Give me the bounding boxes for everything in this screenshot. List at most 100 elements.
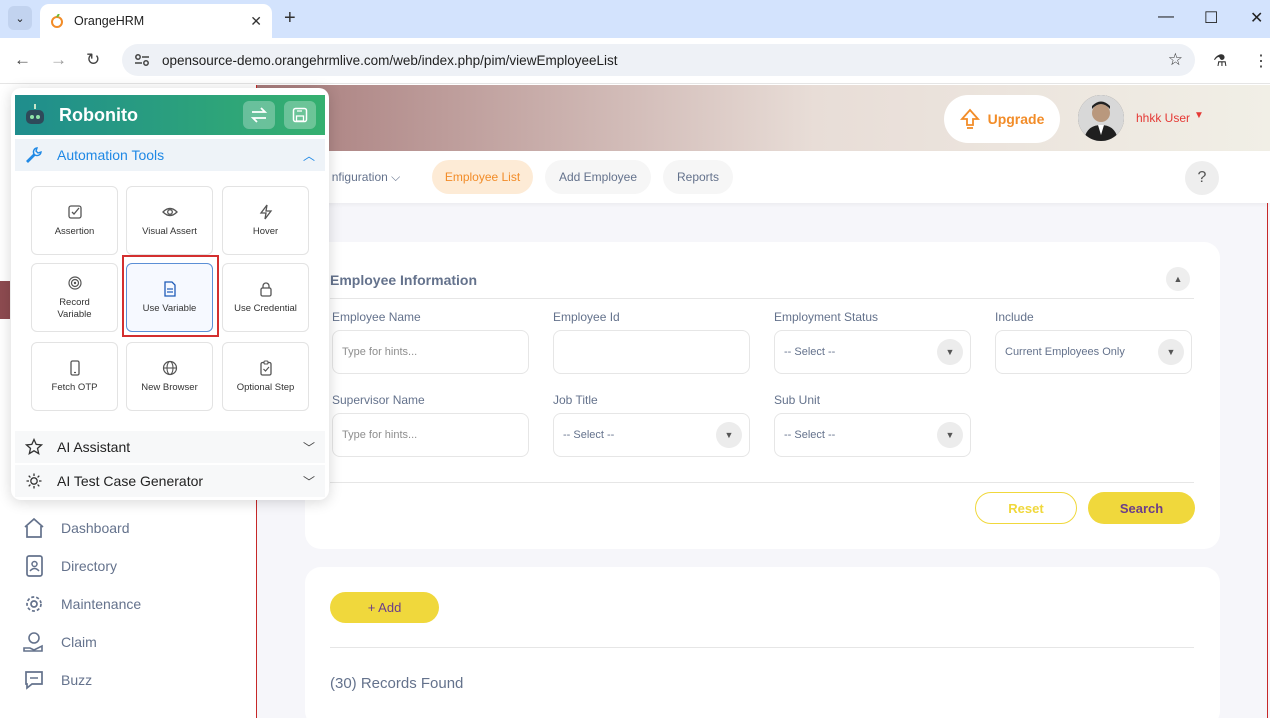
sidebar-item-dashboard[interactable]: Dashboard bbox=[22, 513, 130, 543]
scrollbar-track[interactable] bbox=[1267, 203, 1268, 718]
robonito-panel: Robonito Automation Tools ︿ Assertion Vi… bbox=[11, 88, 329, 500]
tool-new-browser[interactable]: New Browser bbox=[126, 342, 213, 411]
phone-icon bbox=[69, 359, 80, 376]
use-variable-highlight bbox=[122, 255, 219, 337]
ai-test-case-generator-section[interactable]: AI Test Case Generator ﹀ bbox=[15, 465, 325, 497]
swap-button[interactable] bbox=[243, 101, 275, 129]
reload-icon[interactable]: ↻ bbox=[86, 50, 100, 70]
forward-icon[interactable]: → bbox=[50, 50, 67, 70]
browser-tab[interactable]: OrangeHRM ✕ bbox=[40, 4, 272, 38]
upgrade-arrow-icon bbox=[959, 108, 980, 129]
labs-flask-icon[interactable]: ⚗ bbox=[1213, 51, 1227, 71]
tab-employee-list[interactable]: Employee List bbox=[432, 160, 533, 194]
tool-assertion[interactable]: Assertion bbox=[31, 186, 118, 255]
ai-assistant-label: AI Assistant bbox=[57, 439, 131, 455]
bookmark-star-icon[interactable]: ☆ bbox=[1168, 50, 1183, 70]
reset-button[interactable]: Reset bbox=[975, 492, 1077, 524]
automation-tools-label: Automation Tools bbox=[57, 147, 165, 163]
tool-label: Visual Assert bbox=[142, 225, 197, 237]
chevron-down-icon[interactable]: ▼ bbox=[937, 339, 963, 365]
sub-unit-select[interactable]: -- Select -- ▼ bbox=[774, 413, 971, 457]
upgrade-button[interactable]: Upgrade bbox=[944, 95, 1060, 143]
profile-photo-icon bbox=[1078, 95, 1124, 141]
chevron-down-icon[interactable]: ▼ bbox=[937, 422, 963, 448]
sidebar-item-buzz[interactable]: Buzz bbox=[22, 665, 92, 695]
sidebar-item-maintenance[interactable]: Maintenance bbox=[22, 589, 141, 619]
tool-label: Use Credential bbox=[234, 302, 297, 314]
lock-icon bbox=[259, 281, 272, 297]
employee-name-label: Employee Name bbox=[332, 310, 421, 324]
claim-icon bbox=[23, 632, 43, 652]
maximize-icon[interactable]: ☐ bbox=[1204, 8, 1218, 28]
minimize-icon[interactable]: — bbox=[1158, 8, 1174, 26]
new-tab-icon[interactable]: + bbox=[284, 7, 296, 30]
employment-status-value: -- Select -- bbox=[784, 346, 836, 358]
tab-reports[interactable]: Reports bbox=[663, 160, 733, 194]
top-menu-bar: nfiguration ⌵ Employee List Add Employee… bbox=[257, 151, 1270, 203]
tool-visual-assert[interactable]: Visual Assert bbox=[126, 186, 213, 255]
tab-search-button[interactable]: ⌄ bbox=[8, 6, 32, 30]
sidebar-item-label: Dashboard bbox=[61, 520, 130, 536]
target-icon bbox=[67, 275, 82, 290]
job-title-select[interactable]: -- Select -- ▼ bbox=[553, 413, 750, 457]
chevron-down-icon[interactable]: ▼ bbox=[1158, 339, 1184, 365]
job-title-label: Job Title bbox=[553, 393, 598, 407]
browser-toolbar: ← → ↻ opensource-demo.orangehrmlive.com/… bbox=[0, 38, 1270, 84]
tool-optional-step[interactable]: Optional Step bbox=[222, 342, 309, 411]
tool-hover[interactable]: Hover bbox=[222, 186, 309, 255]
add-employee-button[interactable]: + Add bbox=[330, 592, 439, 623]
user-dropdown-caret-icon[interactable]: ▼ bbox=[1194, 110, 1204, 121]
results-card: + Add (30) Records Found bbox=[305, 567, 1220, 727]
top-header: Upgrade hhkk User ▼ bbox=[257, 85, 1270, 151]
tool-label: Record Variable bbox=[57, 296, 92, 320]
employee-id-input[interactable] bbox=[553, 330, 750, 374]
sidebar-item-directory[interactable]: Directory bbox=[22, 551, 117, 581]
divider bbox=[330, 647, 1194, 648]
chevron-down-icon[interactable]: ▼ bbox=[716, 422, 742, 448]
robonito-title: Robonito bbox=[59, 104, 138, 125]
search-button[interactable]: Search bbox=[1088, 492, 1195, 524]
address-bar[interactable]: opensource-demo.orangehrmlive.com/web/in… bbox=[122, 44, 1195, 76]
orangehrm-favicon-icon bbox=[51, 14, 63, 28]
chevron-down-icon[interactable]: ﹀ bbox=[303, 473, 315, 490]
sidebar-active-marker bbox=[0, 281, 10, 319]
tab-close-icon[interactable]: ✕ bbox=[250, 13, 262, 30]
swap-arrows-icon bbox=[250, 107, 268, 123]
sidebar-item-claim[interactable]: Claim bbox=[22, 627, 97, 657]
collapse-up-icon[interactable]: ▲ bbox=[1166, 267, 1190, 291]
lightning-icon bbox=[259, 204, 272, 219]
sidebar-item-label: Directory bbox=[61, 558, 118, 574]
include-select[interactable]: Current Employees Only ▼ bbox=[995, 330, 1192, 374]
help-button[interactable]: ? bbox=[1185, 161, 1219, 195]
tab-add-employee[interactable]: Add Employee bbox=[545, 160, 651, 194]
ai-assistant-section[interactable]: AI Assistant ﹀ bbox=[15, 431, 325, 463]
wrench-icon bbox=[26, 147, 42, 163]
employment-status-select[interactable]: -- Select -- ▼ bbox=[774, 330, 971, 374]
tool-fetch-otp[interactable]: Fetch OTP bbox=[31, 342, 118, 411]
filter-title: Employee Information bbox=[330, 272, 478, 288]
divider bbox=[330, 298, 1194, 299]
tool-record-variable[interactable]: Record Variable bbox=[31, 263, 118, 332]
automation-tools-section[interactable]: Automation Tools ︿ bbox=[15, 139, 325, 171]
include-value: Current Employees Only bbox=[1005, 346, 1125, 358]
tool-use-credential[interactable]: Use Credential bbox=[222, 263, 309, 332]
save-disk-icon bbox=[292, 107, 308, 123]
employment-status-label: Employment Status bbox=[774, 310, 879, 324]
browser-menu-icon[interactable]: ⋮ bbox=[1253, 51, 1269, 71]
site-settings-icon[interactable] bbox=[134, 53, 150, 67]
maintenance-icon bbox=[26, 596, 42, 612]
supervisor-name-input[interactable]: Type for hints... bbox=[332, 413, 529, 457]
user-name[interactable]: hhkk User bbox=[1136, 111, 1190, 125]
chevron-up-icon[interactable]: ︿ bbox=[303, 147, 315, 164]
directory-icon bbox=[26, 555, 43, 577]
employee-name-input[interactable]: Type for hints... bbox=[332, 330, 529, 374]
tool-label: Fetch OTP bbox=[51, 381, 98, 393]
close-window-icon[interactable]: ✕ bbox=[1250, 8, 1263, 28]
back-icon[interactable]: ← bbox=[14, 50, 31, 70]
chevron-down-icon[interactable]: ﹀ bbox=[303, 439, 315, 456]
browser-tab-bar: ⌄ OrangeHRM ✕ + — ☐ ✕ bbox=[0, 0, 1270, 38]
tab-configuration[interactable]: nfiguration ⌵ bbox=[321, 160, 411, 194]
save-button[interactable] bbox=[284, 101, 316, 129]
employee-id-label: Employee Id bbox=[553, 310, 620, 324]
avatar[interactable] bbox=[1078, 95, 1124, 141]
